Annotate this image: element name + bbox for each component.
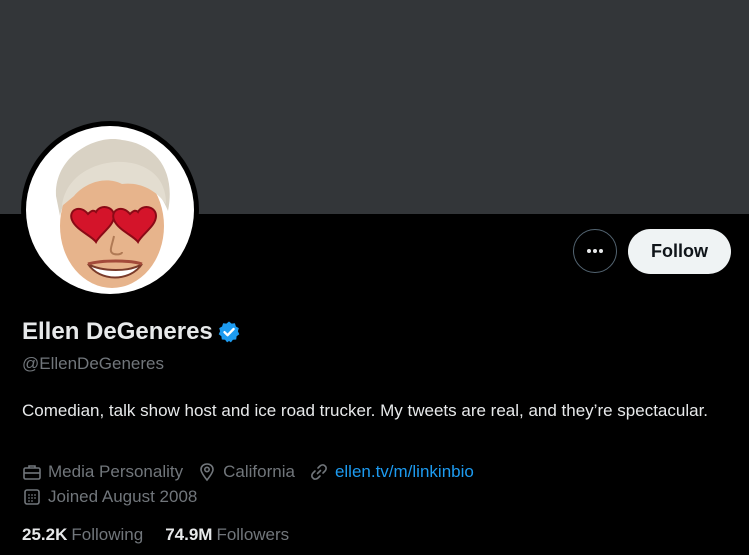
verified-badge-icon[interactable]	[217, 320, 241, 344]
profile-stats: 25.2K Following 74.9M Followers	[22, 525, 311, 545]
following-stat[interactable]: 25.2K Following	[22, 525, 143, 545]
profile-name-row: Ellen DeGeneres	[22, 318, 241, 346]
following-label: Following	[71, 525, 144, 544]
location-label: California	[223, 462, 295, 481]
follow-button[interactable]: Follow	[628, 229, 731, 274]
category-label: Media Personality	[48, 462, 184, 481]
joined-item: Joined August 2008	[22, 487, 197, 507]
avatar-illustration	[55, 139, 170, 288]
followers-count: 74.9M	[165, 525, 213, 544]
profile-bio: Comedian, talk show host and ice road tr…	[22, 401, 709, 420]
website-item: ellen.tv/m/linkinbio	[309, 462, 474, 482]
briefcase-icon	[23, 465, 41, 480]
profile-joined-row: Joined August 2008	[22, 487, 211, 507]
avatar-image	[26, 126, 194, 294]
profile-handle: @EllenDeGeneres	[22, 354, 164, 373]
link-icon	[311, 464, 327, 480]
more-options-button[interactable]	[573, 229, 617, 273]
display-name: Ellen DeGeneres	[22, 318, 213, 345]
location-item: California	[197, 462, 295, 482]
followers-label: Followers	[216, 525, 290, 544]
joined-label: Joined August 2008	[48, 487, 198, 506]
more-horizontal-icon	[587, 249, 603, 253]
profile-meta-row: Media Personality California ellen.tv/m/…	[22, 462, 488, 482]
calendar-icon	[24, 489, 40, 505]
following-count: 25.2K	[22, 525, 68, 544]
followers-stat[interactable]: 74.9M Followers	[165, 525, 289, 545]
category-item: Media Personality	[22, 462, 183, 482]
location-pin-icon	[200, 463, 214, 482]
profile-avatar[interactable]	[21, 121, 199, 299]
website-link[interactable]: ellen.tv/m/linkinbio	[335, 462, 474, 482]
